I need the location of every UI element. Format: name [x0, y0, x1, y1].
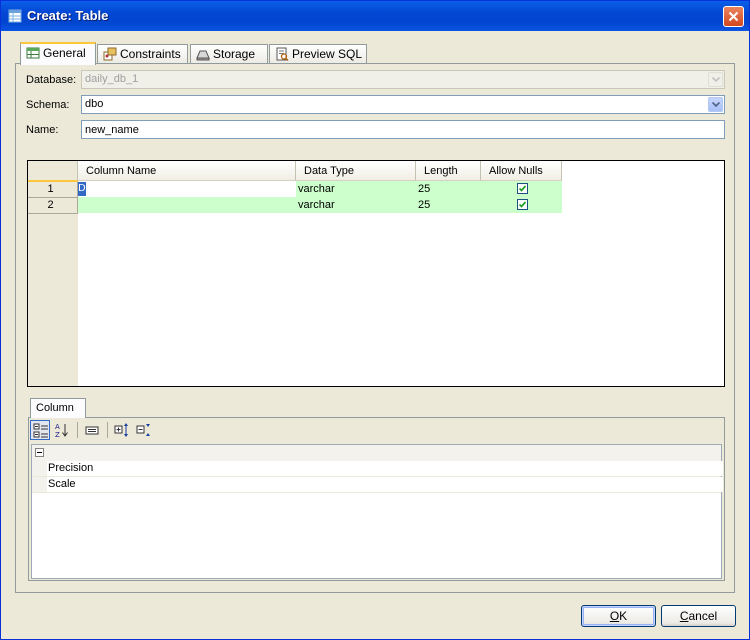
cell-length-value: 25: [418, 199, 431, 211]
property-name: Scale: [47, 477, 378, 492]
schema-label: Schema:: [26, 99, 70, 111]
row-header-1[interactable]: 1: [28, 180, 78, 198]
property-grid[interactable]: Precision Scale: [31, 444, 723, 579]
ok-button[interactable]: OK: [581, 605, 656, 627]
property-value[interactable]: [377, 461, 723, 476]
chevron-down-icon: [712, 102, 720, 108]
title-bar[interactable]: Create: Table: [1, 1, 749, 31]
property-pages-icon: [85, 426, 99, 435]
tab-general[interactable]: General: [20, 42, 96, 65]
toolbar-separator: [77, 422, 78, 438]
database-dropdown-button: [708, 72, 723, 87]
property-pages-button[interactable]: [82, 420, 102, 440]
collapse-category-icon[interactable]: [35, 448, 44, 457]
alphabetical-sort-icon: A Z: [55, 423, 68, 438]
row-header-2[interactable]: 2: [28, 198, 78, 214]
cell-column-name[interactable]: [78, 181, 296, 197]
name-input[interactable]: [81, 120, 725, 139]
close-icon: [728, 11, 739, 22]
name-label: Name:: [26, 124, 59, 136]
categorized-button[interactable]: [30, 420, 50, 440]
window-title: Create: Table: [27, 8, 109, 23]
tab-column[interactable]: Column: [30, 398, 86, 418]
property-row-scale[interactable]: Scale: [32, 477, 723, 493]
cancel-button[interactable]: Cancel: [661, 605, 736, 627]
tab-preview-sql-label: Preview SQL: [292, 47, 363, 61]
cell-column-name[interactable]: [78, 197, 296, 213]
cell-allow-nulls: [481, 197, 562, 213]
create-table-dialog: Create: Table General Constraints Storag…: [0, 0, 750, 640]
cell-length[interactable]: 25: [416, 197, 481, 213]
row-number: 1: [47, 183, 54, 195]
categorized-icon: [33, 423, 48, 438]
svg-text:A: A: [55, 423, 60, 431]
chevron-down-icon: [712, 77, 720, 83]
allow-nulls-checkbox[interactable]: [517, 199, 528, 210]
expand-all-icon: [114, 423, 128, 437]
close-button[interactable]: [723, 6, 744, 27]
cell-data-type-value: varchar: [298, 183, 335, 195]
svg-text:Z: Z: [55, 431, 60, 438]
expand-all-button[interactable]: [112, 420, 132, 440]
cancel-label-rest: ancel: [688, 609, 718, 623]
database-value: daily_db_1: [85, 73, 139, 85]
database-select: daily_db_1: [81, 70, 725, 89]
table-icon: [8, 9, 22, 23]
edit-caret-text: D: [78, 183, 86, 194]
column-header-name[interactable]: Column Name: [78, 161, 296, 181]
collapse-all-button[interactable]: [134, 420, 154, 440]
collapse-all-icon: [136, 424, 150, 436]
cell-data-type[interactable]: varchar: [296, 181, 416, 197]
grid-corner: [28, 161, 78, 181]
columns-grid[interactable]: Column Name Data Type Length Allow Nulls…: [27, 160, 725, 387]
column-header-allow-nulls[interactable]: Allow Nulls: [481, 161, 562, 181]
cell-length-value: 25: [418, 183, 431, 195]
cell-data-type-value: varchar: [298, 199, 335, 211]
checkmark-icon: [518, 185, 527, 192]
column-header-length[interactable]: Length: [416, 161, 481, 181]
property-value[interactable]: [377, 477, 723, 492]
property-category: [32, 445, 721, 461]
row-number: 2: [47, 199, 54, 211]
preview-sql-icon: [276, 47, 289, 61]
ok-hotkey: O: [609, 609, 620, 623]
tab-general-label: General: [43, 46, 86, 60]
tab-constraints[interactable]: Constraints: [97, 44, 188, 63]
column-header-data-type[interactable]: Data Type: [296, 161, 416, 181]
property-name: Precision: [47, 461, 378, 476]
property-row-precision[interactable]: Precision: [32, 461, 723, 477]
tab-constraints-label: Constraints: [120, 47, 181, 61]
edit-caret: D: [78, 182, 86, 196]
database-label: Database:: [26, 74, 77, 86]
cell-data-type[interactable]: varchar: [296, 197, 416, 213]
table-grid-icon: [26, 47, 40, 59]
alphabetical-button[interactable]: A Z: [52, 420, 72, 440]
cell-length[interactable]: 25: [416, 181, 481, 197]
schema-select[interactable]: dbo: [81, 95, 725, 114]
cell-allow-nulls: [481, 181, 562, 197]
tab-preview-sql[interactable]: Preview SQL: [269, 44, 367, 63]
tab-storage[interactable]: Storage: [190, 44, 268, 63]
allow-nulls-checkbox[interactable]: [517, 183, 528, 194]
toolbar-separator: [107, 422, 108, 438]
checkmark-icon: [518, 201, 527, 208]
tab-storage-label: Storage: [213, 47, 256, 61]
schema-dropdown-button[interactable]: [708, 97, 723, 112]
ok-label-rest: K: [619, 609, 628, 623]
storage-icon: [196, 50, 210, 61]
constraints-icon: [103, 47, 117, 61]
schema-value: dbo: [85, 98, 104, 110]
